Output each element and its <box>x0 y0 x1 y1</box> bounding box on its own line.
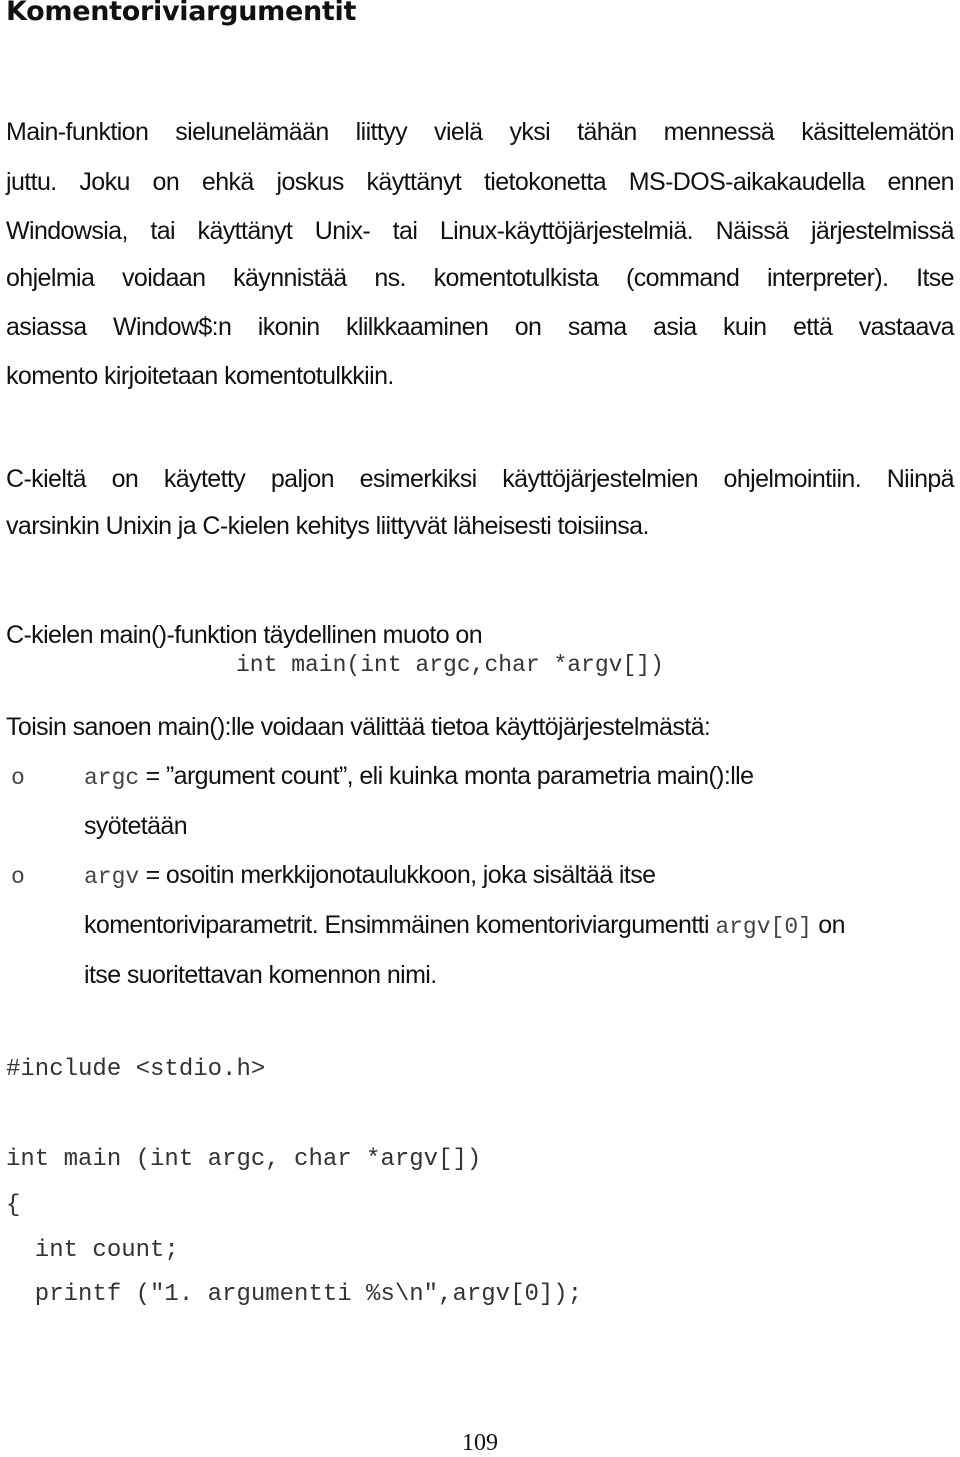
argc-code: argc <box>84 765 140 791</box>
code-line: printf ("1. argumentti %s\n",argv[0]); <box>6 1281 583 1308</box>
paragraph-line: Main-funktion sielunelämään liittyy viel… <box>6 118 955 146</box>
bullet-marker: o <box>11 864 25 890</box>
argv0-code: argv[0] <box>715 914 812 940</box>
bullet-marker: o <box>11 765 25 791</box>
bullet-text: = ”argument count”, eli kuinka monta par… <box>139 762 754 790</box>
main-signature-code: int main(int argc,char *argv[]) <box>236 652 664 678</box>
bullet-text: komentoriviparametrit. Ensimmäinen komen… <box>84 911 716 939</box>
paragraph-line: asiassa Window$:n ikonin klilkkaaminen o… <box>6 313 955 341</box>
code-line: #include <stdio.h> <box>6 1056 266 1083</box>
bullet-text: syötetään <box>84 812 188 840</box>
code-line: int count; <box>6 1237 179 1264</box>
section-heading: Komentoriviargumentit <box>6 0 357 27</box>
page-number: 109 <box>462 1430 498 1456</box>
bullet-text: itse suoritettavan komennon nimi. <box>84 961 437 989</box>
bullet-text: = osoitin merkkijonotaulukkoon, joka sis… <box>139 861 656 889</box>
main-form-intro: C-kielen main()-funktion täydellinen muo… <box>6 621 483 649</box>
bullet-line: komentoriviparametrit. Ensimmäinen komen… <box>84 910 954 942</box>
paragraph-line: komento kirjoitetaan komentotulkkiin. <box>6 362 394 390</box>
code-line: int main (int argc, char *argv[]) <box>6 1146 482 1173</box>
bullet-line: argc = ”argument count”, eli kuinka mont… <box>84 761 954 793</box>
paragraph-line: ohjelmia voidaan käynnistää ns. komentot… <box>6 264 955 292</box>
main-args-intro: Toisin sanoen main():lle voidaan välittä… <box>6 713 711 741</box>
argv-code: argv <box>84 864 140 890</box>
bullet-text: on <box>811 911 845 939</box>
paragraph-line: C-kieltä on käytetty paljon esimerkiksi … <box>6 465 955 493</box>
paragraph-line: varsinkin Unixin ja C-kielen kehitys lii… <box>6 512 649 540</box>
paragraph-line: juttu. Joku on ehkä joskus käyttänyt tie… <box>6 168 955 196</box>
code-line: { <box>6 1192 21 1219</box>
paragraph-line: Windowsia, tai käyttänyt Unix- tai Linux… <box>6 217 955 245</box>
bullet-line: argv = osoitin merkkijonotaulukkoon, jok… <box>84 860 954 892</box>
